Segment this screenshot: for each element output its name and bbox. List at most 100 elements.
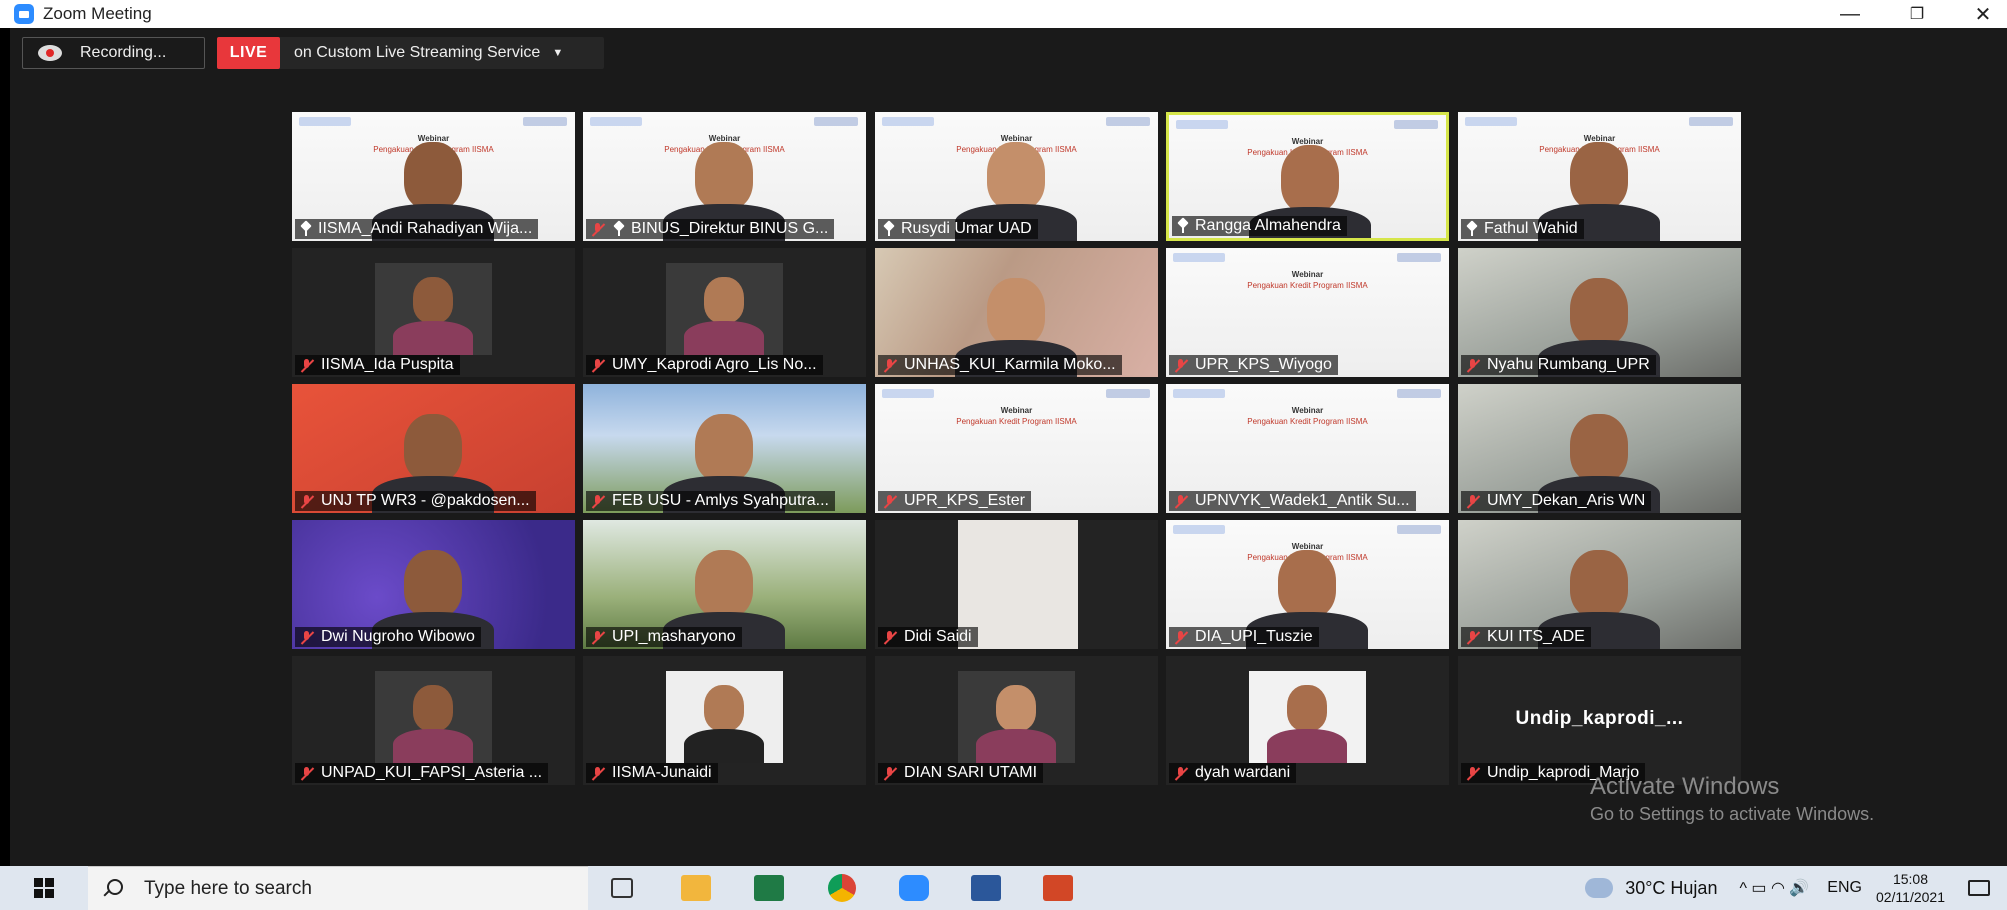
participant-tile[interactable]: Didi Saidi [875, 520, 1158, 649]
taskbar-search-box[interactable]: Type here to search [88, 866, 588, 910]
participant-tile[interactable]: Undip_kaprodi_... Undip_kaprodi_Marjo [1458, 656, 1741, 785]
muted-mic-icon [1465, 494, 1480, 509]
start-button[interactable] [0, 866, 88, 910]
participant-name: BINUS_Direktur BINUS G... [631, 220, 829, 237]
participant-name: DIAN SARI UTAMI [904, 764, 1038, 781]
participant-name-tag: FEB USU - Amlys Syahputra... [586, 491, 835, 511]
recording-indicator[interactable]: Recording... [22, 37, 205, 69]
participant-name-tag: Dwi Nugroho Wibowo [295, 627, 481, 647]
participant-name-tag: UPI_masharyono [586, 627, 742, 647]
taskbar-excel[interactable] [751, 871, 787, 905]
clock-time: 15:08 [1892, 871, 1928, 887]
pin-icon [1176, 219, 1189, 233]
taskbar-powerpoint[interactable] [1040, 871, 1076, 905]
activate-windows-watermark: Activate Windows Go to Settings to activ… [1590, 773, 1874, 825]
participant-name: Didi Saidi [904, 628, 972, 645]
participant-name: IISMA-Junaidi [612, 764, 712, 781]
participant-tile[interactable]: UNJ TP WR3 - @pakdosen... [292, 384, 575, 513]
participant-tile[interactable]: WebinarPengakuan Kredit Program IISMARus… [875, 112, 1158, 241]
muted-mic-icon [299, 358, 314, 373]
muted-mic-icon [590, 358, 605, 373]
close-button[interactable]: ✕ [1953, 0, 2007, 28]
participant-tile[interactable]: Webinar Pengakuan Kredit Program IISMA UPR… [1166, 248, 1449, 377]
taskbar-chrome[interactable] [824, 871, 860, 905]
participant-name-tag: BINUS_Direktur BINUS G... [586, 219, 835, 239]
participant-tile[interactable]: DIAN SARI UTAMI [875, 656, 1158, 785]
participant-tile[interactable]: dyah wardani [1166, 656, 1449, 785]
participant-name: IISMA_Andi Rahadiyan Wija... [318, 220, 533, 237]
live-stream-indicator[interactable]: LIVE on Custom Live Streaming Service ▼ [217, 37, 604, 69]
slide-title: Webinar [1291, 270, 1324, 279]
participant-name: UNPAD_KUI_FAPSI_Asteria ... [321, 764, 543, 781]
participant-tile[interactable]: IISMA-Junaidi [583, 656, 866, 785]
muted-mic-icon [590, 222, 605, 237]
slide-subtitle: Pengakuan Kredit Program IISMA [956, 417, 1077, 426]
participant-tile[interactable]: FEB USU - Amlys Syahputra... [583, 384, 866, 513]
participant-name: UNJ TP WR3 - @pakdosen... [321, 492, 530, 509]
minimize-button[interactable]: — [1820, 0, 1880, 28]
chrome-icon [828, 874, 856, 902]
language-indicator[interactable]: ENG [1827, 879, 1862, 897]
participant-tile[interactable]: Webinar Pengakuan Kredit Program IISMA UPR… [875, 384, 1158, 513]
participant-name: Dwi Nugroho Wibowo [321, 628, 475, 645]
task-view-button[interactable] [604, 871, 640, 905]
task-view-icon [611, 878, 633, 898]
notification-center-button[interactable] [1961, 866, 1997, 910]
recording-label: Recording... [80, 44, 167, 61]
participant-name: KUI ITS_ADE [1487, 628, 1585, 645]
taskbar-zoom[interactable] [896, 871, 932, 905]
participant-name-tag: UPNVYK_Wadek1_Antik Su... [1169, 491, 1416, 511]
weather-text[interactable]: 30°C Hujan [1625, 878, 1717, 899]
taskbar-file-explorer[interactable] [678, 871, 714, 905]
participant-tile[interactable]: UMY_Dekan_Aris WN [1458, 384, 1741, 513]
participant-name-tag: UNPAD_KUI_FAPSI_Asteria ... [295, 763, 549, 783]
muted-mic-icon [882, 358, 897, 373]
participant-name: dyah wardani [1195, 764, 1291, 781]
participant-name: UPR_KPS_Ester [904, 492, 1025, 509]
participant-tile[interactable]: UNHAS_KUI_Karmila Moko... [875, 248, 1158, 377]
tray-icons[interactable]: ^ ▭ ◠ 🔊 [1739, 878, 1809, 898]
participant-name-tag: DIAN SARI UTAMI [878, 763, 1044, 783]
participant-tile[interactable]: Nyahu Rumbang_UPR [1458, 248, 1741, 377]
search-placeholder: Type here to search [144, 877, 312, 899]
muted-mic-icon [882, 494, 897, 509]
dropdown-caret-icon: ▼ [552, 47, 564, 59]
participant-name: IISMA_Ida Puspita [321, 356, 454, 373]
participant-tile[interactable]: UPI_masharyono [583, 520, 866, 649]
participant-name: DIA_UPI_Tuszie [1195, 628, 1313, 645]
notification-icon [1968, 880, 1990, 896]
muted-mic-icon [590, 766, 605, 781]
participant-name: UPI_masharyono [612, 628, 736, 645]
muted-mic-icon [1173, 766, 1188, 781]
participant-tile[interactable]: WebinarPengakuan Kredit Program IISMADIA… [1166, 520, 1449, 649]
search-icon [102, 878, 123, 899]
participant-name: Rusydi Umar UAD [901, 220, 1032, 237]
muted-mic-icon [1173, 630, 1188, 645]
participant-name: UPR_KPS_Wiyogo [1195, 356, 1332, 373]
taskbar-clock[interactable]: 15:08 02/11/2021 [1876, 870, 1945, 906]
restore-button[interactable]: ❐ [1887, 0, 1947, 28]
taskbar-word[interactable] [968, 871, 1004, 905]
activate-windows-subtitle: Go to Settings to activate Windows. [1590, 804, 1875, 824]
participant-tile[interactable]: Webinar Pengakuan Kredit Program IISMA UPN… [1166, 384, 1449, 513]
participant-name-tag: UNJ TP WR3 - @pakdosen... [295, 491, 536, 511]
participant-tile[interactable]: WebinarPengakuan Kredit Program IISMAIIS… [292, 112, 575, 241]
pin-icon [612, 222, 625, 236]
participant-tile[interactable]: IISMA_Ida Puspita [292, 248, 575, 377]
live-stream-text: on Custom Live Streaming Service [294, 44, 541, 61]
participant-name-tag: UMY_Dekan_Aris WN [1461, 491, 1652, 511]
muted-mic-icon [299, 766, 314, 781]
participant-tile[interactable]: KUI ITS_ADE [1458, 520, 1741, 649]
participant-tile[interactable]: WebinarPengakuan Kredit Program IISMAFat… [1458, 112, 1741, 241]
participant-name-tag: KUI ITS_ADE [1461, 627, 1591, 647]
participant-tile[interactable]: WebinarPengakuan Kredit Program IISMABIN… [583, 112, 866, 241]
participant-tile[interactable]: Dwi Nugroho Wibowo [292, 520, 575, 649]
participant-name: Nyahu Rumbang_UPR [1487, 356, 1650, 373]
muted-mic-icon [299, 630, 314, 645]
participant-tile[interactable]: WebinarPengakuan Kredit Program IISMARan… [1166, 112, 1449, 241]
participant-tile[interactable]: UMY_Kaprodi Agro_Lis No... [583, 248, 866, 377]
participant-name-tag: Fathul Wahid [1461, 219, 1584, 239]
muted-mic-icon [1465, 766, 1480, 781]
participant-tile[interactable]: UNPAD_KUI_FAPSI_Asteria ... [292, 656, 575, 785]
muted-mic-icon [299, 494, 314, 509]
